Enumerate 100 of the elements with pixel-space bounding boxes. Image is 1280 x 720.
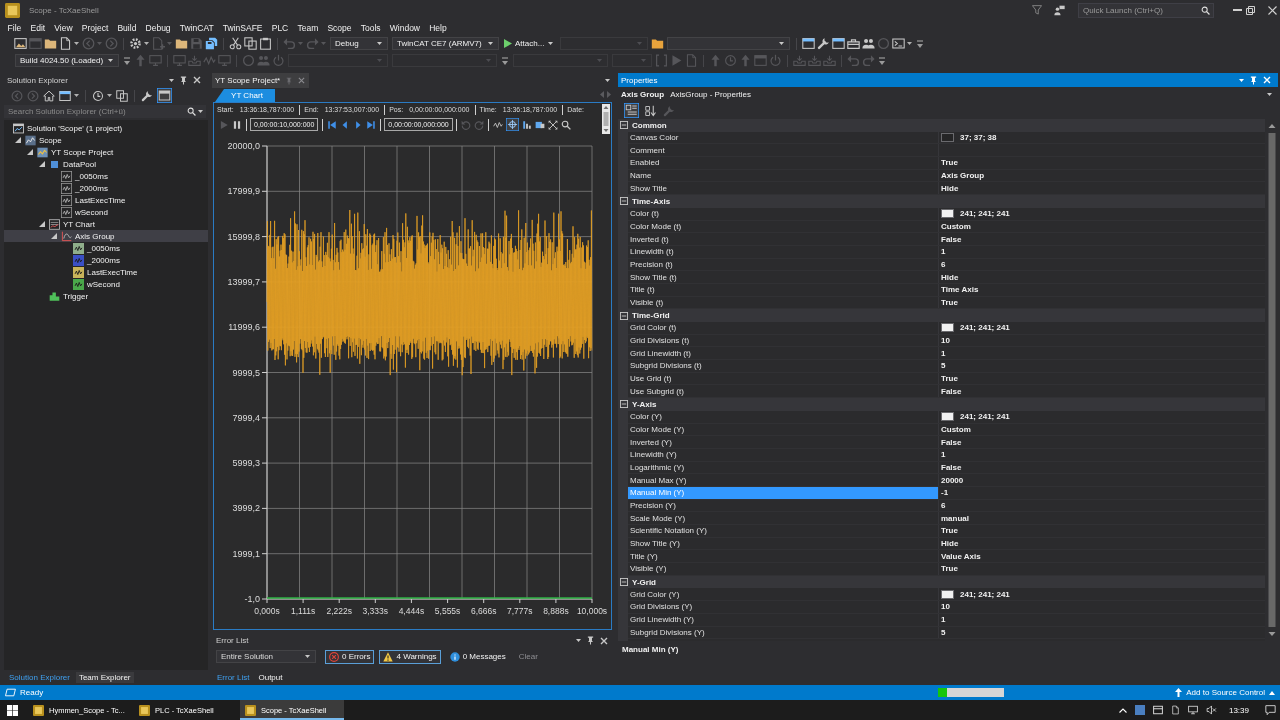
property-value[interactable]: True: [939, 296, 958, 309]
property-value[interactable]: 5: [939, 360, 946, 372]
property-category[interactable]: Time-Grid: [618, 309, 1265, 322]
property-category[interactable]: Y-Axis: [618, 398, 1265, 411]
filter-button[interactable]: 4 Warnings: [379, 649, 441, 664]
monitor-icon[interactable]: [1187, 705, 1198, 715]
tree-item[interactable]: LastExecTime: [4, 194, 208, 206]
property-name[interactable]: Use Grid (t): [628, 372, 939, 385]
property-value[interactable]: Value Axis: [939, 550, 981, 563]
menu-item[interactable]: Build: [112, 22, 141, 33]
property-value[interactable]: 241; 241; 241: [958, 588, 1010, 601]
floppy-disks-icon[interactable]: [205, 37, 218, 50]
property-name[interactable]: Linewidth (t): [628, 245, 939, 258]
menu-item[interactable]: Debug: [140, 22, 176, 33]
windows-logo-icon[interactable]: [7, 704, 18, 716]
property-value[interactable]: 241; 241; 241: [958, 207, 1010, 220]
property-value[interactable]: Hide: [939, 537, 959, 550]
property-name[interactable]: Grid Divisions (t): [628, 334, 939, 347]
tab[interactable]: Team Explorer: [75, 672, 134, 683]
close-icon[interactable]: [600, 636, 608, 645]
property-name[interactable]: Title (t): [628, 283, 939, 296]
property-value[interactable]: True: [939, 157, 958, 169]
property-name[interactable]: Color (t): [628, 207, 939, 220]
property-name[interactable]: Show Title (Y): [628, 537, 939, 550]
document-icon[interactable]: [59, 37, 72, 50]
property-value[interactable]: 5: [939, 626, 946, 639]
tree-item[interactable]: YT Scope Project: [4, 146, 208, 158]
wrench-icon[interactable]: [141, 89, 153, 102]
property-name[interactable]: Show Title: [628, 182, 939, 195]
close-icon[interactable]: [193, 76, 201, 84]
property-name[interactable]: Subgrid Divisions (t): [628, 360, 939, 372]
tree-item[interactable]: Trigger: [4, 290, 208, 302]
property-name[interactable]: Grid Linewidth (Y): [628, 613, 939, 626]
property-name[interactable]: Precision (t): [628, 258, 939, 271]
property-value[interactable]: 241; 241; 241: [958, 322, 1010, 334]
expanded-triangle-icon[interactable]: [15, 137, 21, 143]
dropdown[interactable]: TwinCAT CE7 (ARMV7): [392, 37, 499, 50]
menu-item[interactable]: Scope: [322, 22, 357, 33]
property-name[interactable]: Color (Y): [628, 410, 939, 423]
property-name[interactable]: Title (Y): [628, 550, 939, 563]
property-name[interactable]: Subgrid Divisions (Y): [628, 626, 939, 639]
caret-icon[interactable]: [605, 79, 610, 82]
toolbar-button[interactable]: Attach...: [501, 36, 559, 51]
property-name[interactable]: Scientific Notation (Y): [628, 525, 939, 537]
menu-item[interactable]: TwinSAFE: [218, 22, 268, 33]
property-value[interactable]: 1: [939, 448, 946, 461]
expand-arrows-icon[interactable]: [548, 119, 559, 130]
window-icon[interactable]: [832, 37, 846, 50]
property-value[interactable]: Axis Group: [939, 169, 985, 182]
property-value[interactable]: 10: [939, 334, 950, 347]
property-name[interactable]: Inverted (Y): [628, 436, 939, 448]
box-icon[interactable]: [1152, 705, 1163, 715]
property-value[interactable]: 241; 241; 241: [958, 410, 1010, 423]
property-value[interactable]: Hide: [939, 271, 959, 283]
pin-icon[interactable]: [180, 75, 187, 85]
property-value[interactable]: Hide: [939, 182, 959, 195]
speaker-muted-icon[interactable]: [1205, 705, 1217, 715]
property-value[interactable]: manual: [939, 512, 969, 524]
menu-item[interactable]: File: [3, 22, 26, 33]
property-value[interactable]: Custom: [939, 423, 971, 436]
property-name[interactable]: Visible (Y): [628, 563, 939, 575]
dropdown[interactable]: Entire Solution: [216, 650, 316, 663]
property-value[interactable]: False: [939, 233, 962, 245]
tab[interactable]: Error List: [214, 672, 253, 683]
scrollbar-icon[interactable]: [602, 104, 610, 134]
magnifier-icon[interactable]: [561, 119, 572, 130]
folder-icon[interactable]: [175, 37, 188, 50]
minus-box-icon[interactable]: [620, 197, 628, 206]
property-value[interactable]: 10: [939, 601, 950, 613]
folder-icon[interactable]: [44, 37, 57, 50]
caret-icon[interactable]: [144, 42, 149, 45]
menu-item[interactable]: Project: [77, 22, 113, 33]
property-name[interactable]: Grid Color (Y): [628, 588, 939, 601]
overflow-icon[interactable]: [124, 56, 131, 65]
property-name[interactable]: Show Title (t): [628, 271, 939, 283]
overflow-icon[interactable]: [879, 56, 886, 65]
caret-icon[interactable]: [74, 42, 79, 45]
property-name[interactable]: Grid Divisions (Y): [628, 601, 939, 613]
property-name[interactable]: Inverted (t): [628, 233, 939, 245]
search-icon[interactable]: [187, 107, 196, 116]
folder-icon[interactable]: [651, 37, 665, 50]
property-name[interactable]: Precision (Y): [628, 499, 939, 512]
property-value[interactable]: False: [939, 461, 962, 474]
grouped-list-icon[interactable]: [624, 103, 639, 118]
pause-icon[interactable]: [231, 119, 242, 130]
property-name[interactable]: Name: [628, 169, 939, 182]
tree-item[interactable]: LastExecTime: [4, 266, 208, 278]
copy-icon[interactable]: [244, 37, 257, 50]
overflow-icon[interactable]: [917, 39, 924, 48]
close-icon[interactable]: [1268, 5, 1277, 15]
property-name[interactable]: Color Mode (Y): [628, 423, 939, 436]
property-value[interactable]: True: [939, 525, 958, 537]
tree-item[interactable]: Solution 'Scope' (1 project): [4, 122, 208, 134]
caret-icon[interactable]: [169, 78, 174, 82]
property-value[interactable]: 1: [939, 245, 946, 258]
search-icon[interactable]: [1201, 5, 1210, 15]
property-name[interactable]: Canvas Color: [628, 131, 939, 144]
picture-icon[interactable]: [14, 37, 27, 50]
property-category[interactable]: Common: [618, 119, 1265, 132]
tree-item[interactable]: _0050ms: [4, 242, 208, 254]
